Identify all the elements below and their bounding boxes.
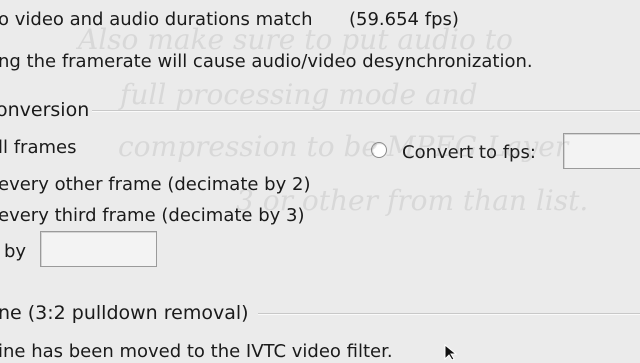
- decimate-by-input[interactable]: [40, 231, 157, 267]
- durations-match-text: o video and audio durations match: [0, 9, 313, 30]
- convert-to-fps-radio[interactable]: [371, 142, 387, 158]
- overlay-note-line-2: full processing mode and: [120, 78, 478, 111]
- every-other-frame-option[interactable]: every other frame (decimate by 2): [0, 174, 310, 196]
- conversion-group-border: [92, 110, 640, 112]
- all-frames-option[interactable]: ll frames: [0, 137, 76, 159]
- desync-warning-text: ng the framerate will cause audio/video …: [0, 51, 533, 72]
- ivtc-group-border: [258, 313, 640, 315]
- fps-readout: (59.654 fps): [349, 9, 459, 30]
- ivtc-group-label: ne (3:2 pulldown removal): [0, 302, 249, 324]
- decimate-by-label: by: [4, 241, 27, 262]
- conversion-group-label: onversion: [0, 99, 90, 121]
- every-third-frame-option[interactable]: every third frame (decimate by 3): [0, 205, 304, 227]
- mouse-cursor-icon: [444, 344, 458, 360]
- convert-to-fps-label[interactable]: Convert to fps:: [402, 142, 536, 164]
- convert-to-fps-input[interactable]: [563, 133, 640, 169]
